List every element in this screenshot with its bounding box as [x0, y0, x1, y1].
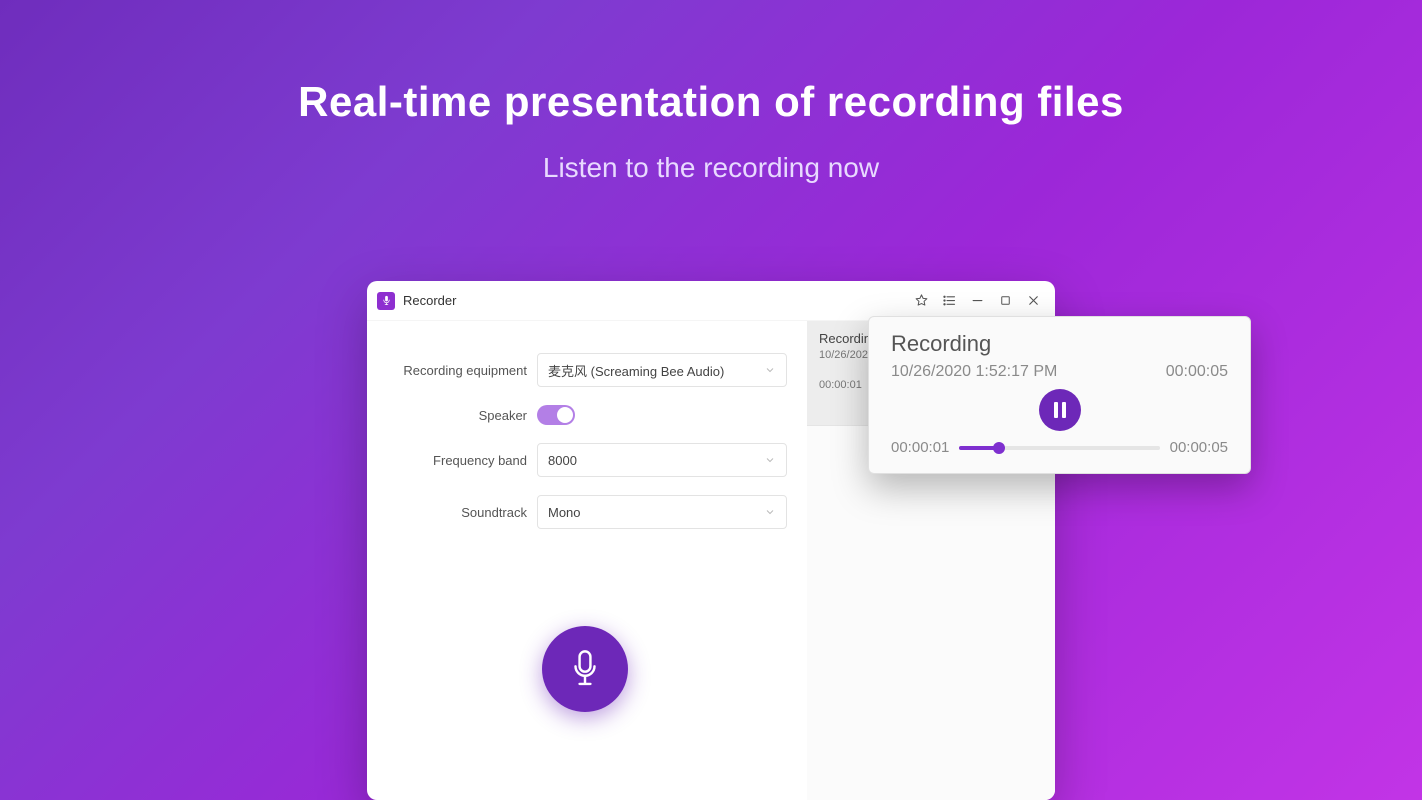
window-title: Recorder — [403, 293, 456, 308]
freq-select[interactable]: 8000 — [537, 443, 787, 477]
soundtrack-value: Mono — [548, 505, 581, 520]
titlebar: Recorder — [367, 281, 1055, 321]
chevron-down-icon — [764, 364, 776, 376]
list-icon[interactable] — [935, 287, 963, 315]
progress-thumb[interactable] — [993, 442, 1005, 454]
pause-button[interactable] — [1039, 389, 1081, 431]
progress-slider[interactable] — [959, 446, 1159, 450]
player-datetime: 10/26/2020 1:52:17 PM — [891, 363, 1057, 381]
player-elapsed: 00:00:01 — [891, 439, 949, 456]
record-button[interactable] — [542, 626, 628, 712]
player-title: Recording — [891, 331, 1228, 357]
hero-title: Real-time presentation of recording file… — [0, 0, 1422, 126]
app-mic-icon — [377, 292, 395, 310]
freq-value: 8000 — [548, 453, 577, 468]
speaker-toggle[interactable] — [537, 405, 575, 425]
player-duration-bottom: 00:00:05 — [1170, 439, 1228, 456]
player-duration-top: 00:00:05 — [1166, 363, 1228, 381]
soundtrack-select[interactable]: Mono — [537, 495, 787, 529]
microphone-icon — [568, 650, 602, 688]
equipment-value: 麦克风 (Screaming Bee Audio) — [548, 361, 724, 380]
star-icon[interactable] — [907, 287, 935, 315]
maximize-button[interactable] — [991, 287, 1019, 315]
chevron-down-icon — [764, 506, 776, 518]
settings-pane: Recording equipment 麦克风 (Screaming Bee A… — [367, 321, 807, 800]
equipment-select[interactable]: 麦克风 (Screaming Bee Audio) — [537, 353, 787, 387]
minimize-button[interactable] — [963, 287, 991, 315]
speaker-label: Speaker — [387, 408, 537, 423]
close-button[interactable] — [1019, 287, 1047, 315]
equipment-label: Recording equipment — [387, 363, 537, 378]
pause-icon — [1053, 402, 1067, 418]
chevron-down-icon — [764, 454, 776, 466]
player-popup: Recording 10/26/2020 1:52:17 PM 00:00:05… — [868, 316, 1251, 474]
freq-label: Frequency band — [387, 453, 537, 468]
soundtrack-label: Soundtrack — [387, 505, 537, 520]
hero-subtitle: Listen to the recording now — [0, 152, 1422, 184]
